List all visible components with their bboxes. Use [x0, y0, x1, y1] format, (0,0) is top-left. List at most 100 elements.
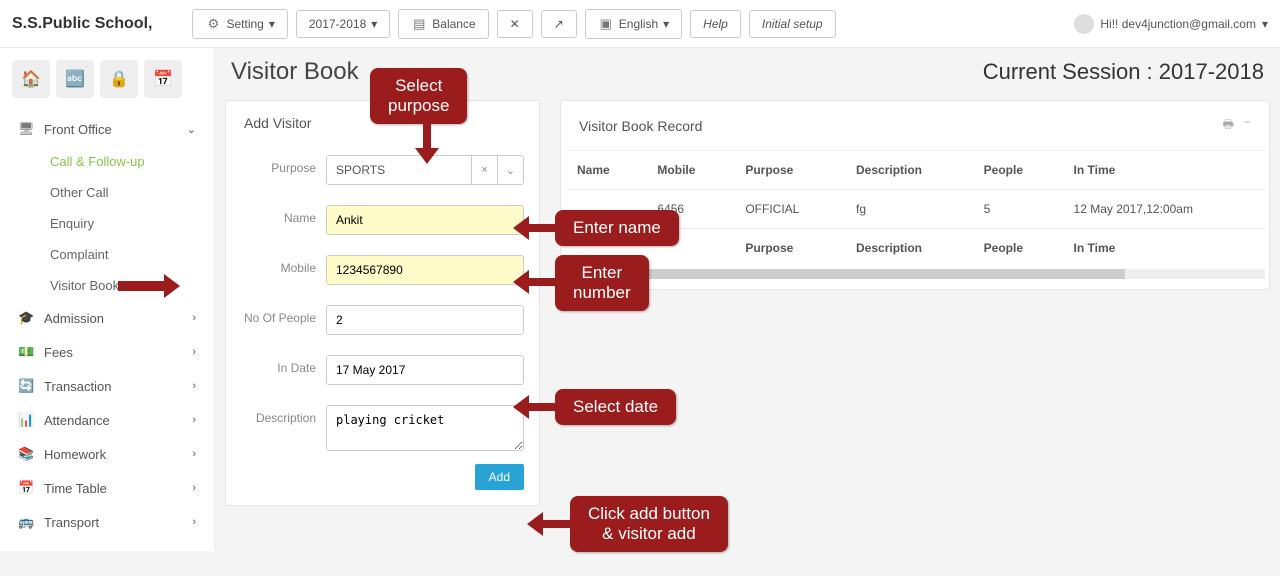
name-input[interactable] [326, 205, 524, 235]
brand: S.S.Public School, [12, 15, 192, 33]
sidebar-item-transport[interactable]: 🚌 Transport › [6, 505, 208, 539]
help-button[interactable]: Help [690, 10, 741, 38]
year-label: 2017-2018 [309, 17, 366, 31]
description-label: Description [241, 405, 326, 425]
chevron-right-icon: › [192, 312, 196, 324]
balance-label: Balance [432, 17, 475, 31]
sidebar-sub-other-call[interactable]: Other Call [6, 177, 208, 208]
sidebar-item-front-office[interactable]: 🖥 Front Office ⌄ [6, 112, 208, 146]
visitor-table-container: Name Mobile Purpose Description People I… [561, 150, 1269, 289]
main: Visitor Book Current Session : 2017-2018… [215, 48, 1280, 551]
lock-icon-button[interactable]: 🔒 [100, 60, 138, 98]
setting-dropdown[interactable]: ⚙Setting▾ [192, 9, 287, 39]
purpose-value: SPORTS [327, 156, 471, 184]
expand-icon: ✕ [510, 17, 520, 31]
sidebar-item-label: Admission [44, 311, 104, 326]
caret-down-icon: ▾ [269, 17, 275, 31]
callout-click-add: Click add button & visitor add [570, 496, 728, 552]
scroll-thumb[interactable] [565, 269, 1125, 279]
sidebar-item-label: Transaction [44, 379, 111, 394]
table-row[interactable]: 6456 OFFICIAL fg 5 12 May 2017,12:00am [565, 190, 1265, 229]
name-label: Name [241, 205, 326, 225]
chevron-down-icon: ⌄ [187, 123, 196, 136]
language-dropdown[interactable]: ▣English ▾ [585, 9, 682, 39]
balance-button[interactable]: ▤Balance [398, 9, 488, 39]
th-name[interactable]: Name [565, 151, 645, 190]
sidebar-item-label: Time Table [44, 481, 107, 496]
th-intime[interactable]: In Time [1062, 151, 1265, 190]
td-mobile: 6456 [645, 190, 733, 229]
th-people: People [984, 241, 1023, 255]
callout-select-date: Select date [555, 389, 676, 425]
th-purpose[interactable]: Purpose [733, 151, 844, 190]
collapse-icon[interactable]: − [1244, 115, 1251, 136]
resize-icon: ↗ [554, 17, 564, 31]
td-people: 5 [972, 190, 1062, 229]
chevron-right-icon: › [192, 414, 196, 426]
th-description[interactable]: Description [844, 151, 972, 190]
mobile-label: Mobile [241, 255, 326, 275]
year-dropdown[interactable]: 2017-2018▾ [296, 10, 390, 38]
mobile-input[interactable] [326, 255, 524, 285]
resize-button[interactable]: ↗ [541, 10, 577, 38]
sidebar-sub-visitor-book[interactable]: Visitor Book [6, 270, 208, 301]
chevron-right-icon: › [192, 448, 196, 460]
visitor-record-panel: Visitor Book Record 🖶 − Name Mobile Purp… [560, 100, 1270, 290]
language-label: English [619, 17, 658, 31]
sidebar-item-label: Front Office [44, 122, 112, 137]
calendar-icon-button[interactable]: 📅 [144, 60, 182, 98]
th-people[interactable]: People [972, 151, 1062, 190]
bus-icon: 🚌 [18, 514, 34, 530]
th-description: Description [856, 241, 922, 255]
sidebar-item-label: Fees [44, 345, 73, 360]
sidebar-item-time-table[interactable]: 📅Time Table› [6, 471, 208, 505]
purpose-dropdown-button[interactable]: ⌄ [497, 156, 523, 184]
fullscreen-button[interactable]: ✕ [497, 10, 533, 38]
chevron-right-icon: › [192, 482, 196, 494]
translate-icon-button[interactable]: 🔤 [56, 60, 94, 98]
sidebar-item-admission[interactable]: 🎓Admission› [6, 301, 208, 335]
session-label: Current Session : 2017-2018 [983, 59, 1264, 85]
table-row[interactable]: Purpose Description People In Time [565, 229, 1265, 268]
annotation-arrow [118, 274, 180, 298]
horizontal-scrollbar[interactable] [565, 269, 1265, 279]
sidebar-item-attendance[interactable]: 📊 Attendance › [6, 403, 208, 437]
sidebar-sub-complaint[interactable]: Complaint [6, 239, 208, 270]
sidebar-sub-call-followup[interactable]: Call & Follow-up [6, 146, 208, 177]
th-mobile[interactable]: Mobile [645, 151, 733, 190]
initial-setup-button[interactable]: Initial setup [749, 10, 836, 38]
annotation-arrow [527, 512, 571, 536]
purpose-clear-button[interactable]: × [471, 156, 497, 184]
money-icon: 💵 [18, 344, 34, 360]
add-button[interactable]: Add [475, 464, 524, 490]
sidebar-item-fees[interactable]: 💵 Fees › [6, 335, 208, 369]
purpose-select[interactable]: SPORTS × ⌄ [326, 155, 524, 185]
chevron-right-icon: › [192, 346, 196, 358]
print-icon[interactable]: 🖶 [1223, 115, 1234, 136]
gear-icon: ⚙ [205, 16, 221, 32]
sidebar: 🏠 🔤 🔒 📅 🖥Front Office⌄ Call & Follow-up … [0, 48, 215, 551]
description-textarea[interactable]: playing cricket [326, 405, 524, 451]
add-visitor-heading: Add Visitor [226, 101, 539, 145]
td-purpose: OFFICIAL [733, 190, 844, 229]
chevron-right-icon: › [192, 516, 196, 528]
sidebar-item-label: Visitor Book [50, 278, 119, 293]
sidebar-sub-enquiry[interactable]: Enquiry [6, 208, 208, 239]
avatar [1074, 14, 1094, 34]
sidebar-item-label: Attendance [44, 413, 110, 428]
caret-down-icon: ▾ [663, 17, 669, 31]
no-people-input[interactable] [326, 305, 524, 335]
caret-down-icon: ▾ [1262, 17, 1268, 31]
monitor-icon: 🖥 [18, 121, 34, 137]
sidebar-item-homework[interactable]: 📚Homework› [6, 437, 208, 471]
visitor-record-heading: Visitor Book Record [579, 118, 702, 134]
sidebar-item-transaction[interactable]: 🔄Transaction› [6, 369, 208, 403]
th-intime: In Time [1074, 241, 1116, 255]
home-icon-button[interactable]: 🏠 [12, 60, 50, 98]
td-description: fg [844, 190, 972, 229]
in-date-input[interactable] [326, 355, 524, 385]
sidebar-item-label: Transport [44, 515, 99, 530]
user-menu[interactable]: Hi!! dev4junction@gmail.com ▾ [1074, 14, 1268, 34]
chart-icon: 📊 [18, 412, 34, 428]
refresh-icon: 🔄 [18, 378, 34, 394]
